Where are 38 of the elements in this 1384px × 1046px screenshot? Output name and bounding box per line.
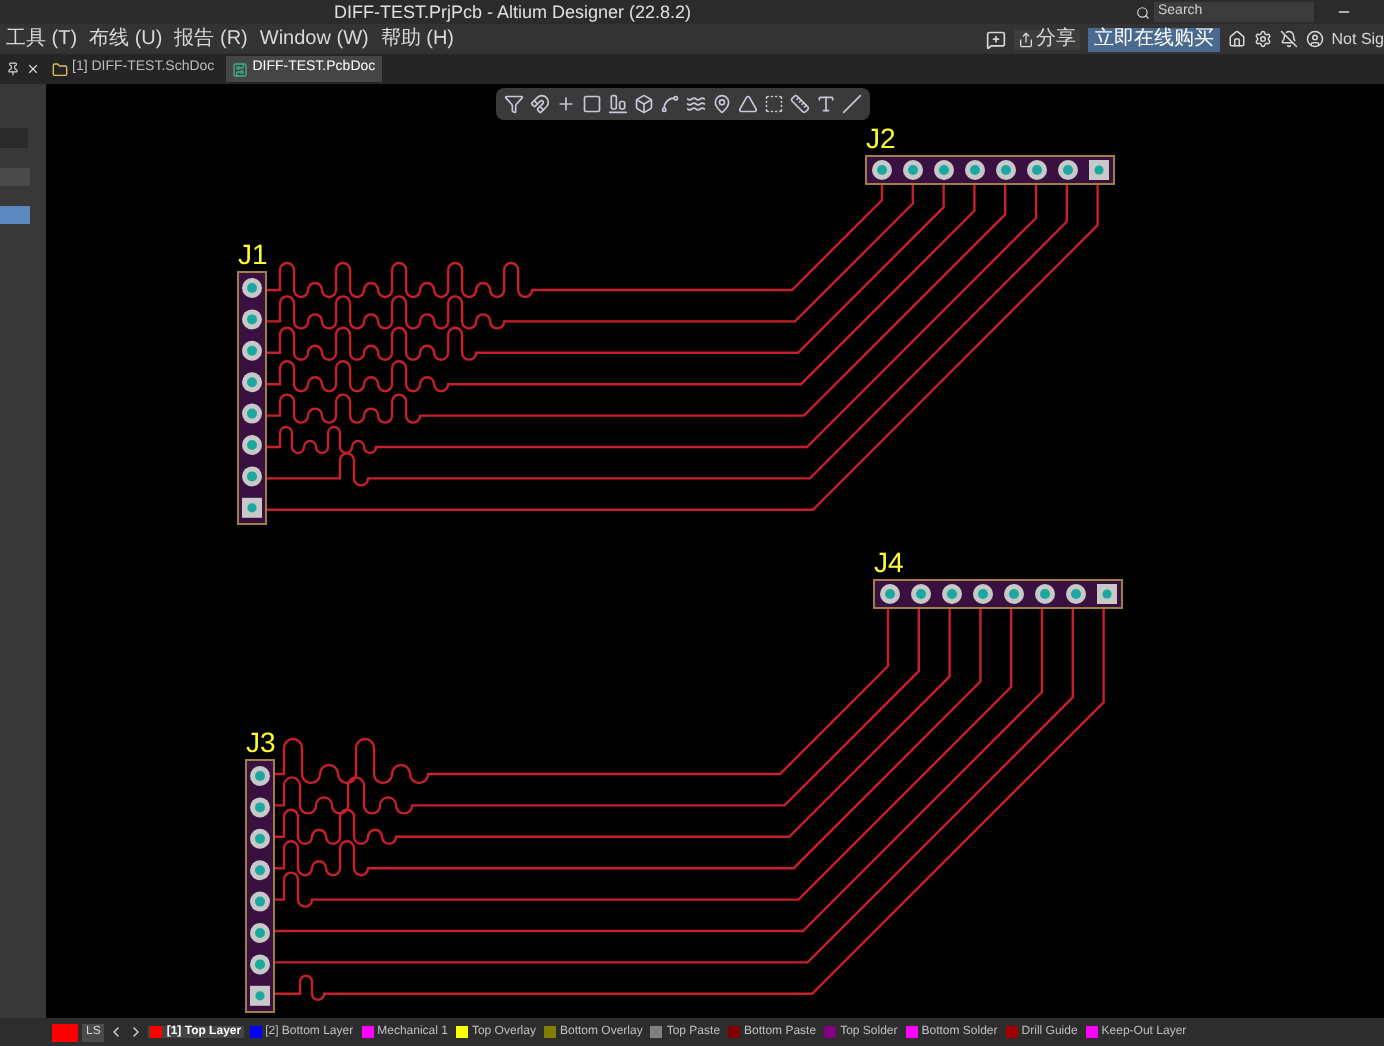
search-icon <box>1136 5 1150 19</box>
dimension-icon[interactable] <box>790 94 810 114</box>
close-icon[interactable] <box>26 62 40 76</box>
menu-item[interactable]: 帮助 (H) <box>380 29 455 49</box>
menu-item[interactable]: 工具 (T) <box>6 29 78 49</box>
select-rectangle-icon[interactable] <box>582 94 602 114</box>
route-icon[interactable] <box>660 94 680 114</box>
pin-icon[interactable] <box>712 94 732 114</box>
user-icon[interactable] <box>1305 30 1324 48</box>
buy-online-button[interactable]: 立即在线购买 <box>1087 27 1220 51</box>
pin-icon[interactable] <box>6 62 20 76</box>
settings-icon[interactable] <box>1253 30 1272 48</box>
comment-icon[interactable] <box>985 29 1006 49</box>
notifications-off-icon[interactable] <box>1279 30 1298 48</box>
text-icon[interactable] <box>816 94 836 114</box>
line-icon[interactable] <box>842 94 862 114</box>
component-designator: J3 <box>246 726 276 758</box>
board-icon <box>232 61 249 77</box>
share-icon <box>1017 31 1034 47</box>
home-icon[interactable] <box>1227 30 1246 48</box>
component-designator: J4 <box>874 546 904 578</box>
folder-icon <box>52 61 68 77</box>
wave-icon[interactable] <box>686 94 706 114</box>
component-designator: J1 <box>238 238 268 270</box>
filter-icon[interactable] <box>504 94 524 114</box>
window-title: DIFF-TEST.PrjPcb - Altium Designer (22.8.2) <box>334 3 692 21</box>
component-designator: J2 <box>866 122 896 154</box>
cube-icon[interactable] <box>634 94 654 114</box>
current-layer-swatch[interactable] <box>52 1023 78 1041</box>
polygon-icon[interactable] <box>738 94 758 114</box>
magnet-icon[interactable] <box>530 94 550 114</box>
align-icon[interactable] <box>608 94 628 114</box>
menu-item[interactable]: Window (W) <box>259 29 369 49</box>
menu-item[interactable]: 报告 (R) <box>174 29 248 49</box>
share-button[interactable]: 分享 <box>1013 29 1080 49</box>
account-label[interactable]: Not Sig <box>1331 27 1384 51</box>
cross-icon[interactable] <box>556 94 576 114</box>
menu-item[interactable]: 布线 (U) <box>89 29 163 49</box>
